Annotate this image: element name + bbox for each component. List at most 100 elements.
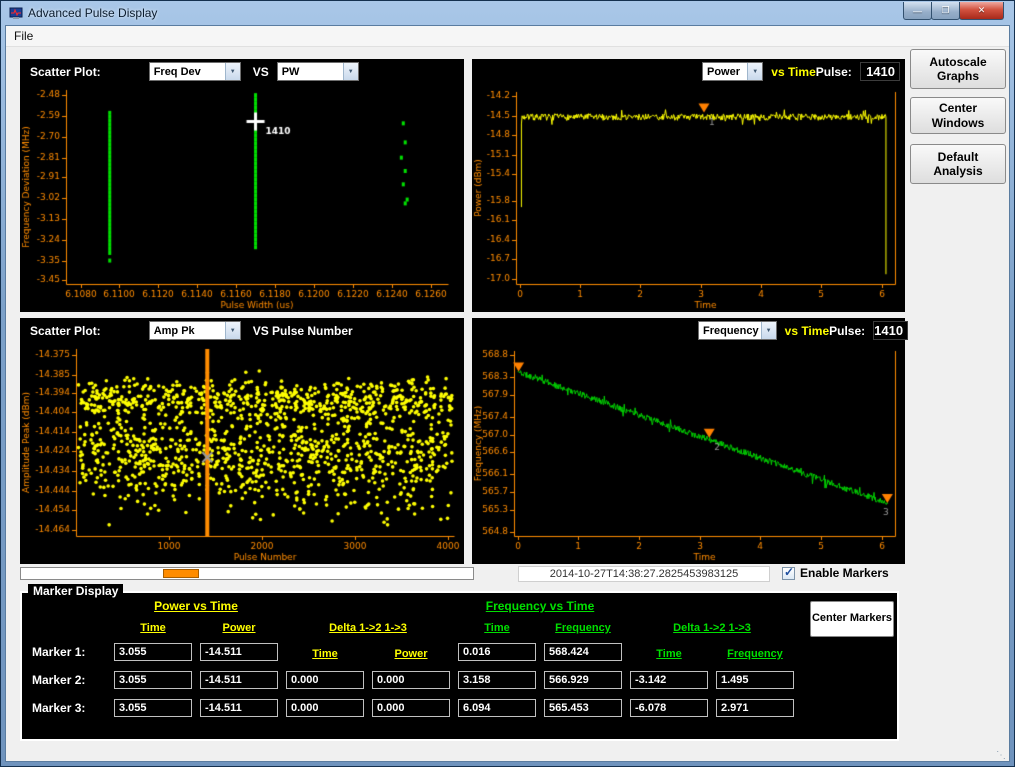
pulse-label: Pulse:: [816, 65, 852, 79]
vs-pulse-number-label: VS Pulse Number: [253, 324, 353, 338]
title-bar[interactable]: Advanced Pulse Display — ❐ ✕: [3, 2, 1012, 24]
x-axis-combo-pw[interactable]: PW ▼: [277, 62, 359, 81]
marker3-freq-delta-value: 2.971: [716, 699, 794, 717]
marker3-power-delta-value: 0.000: [372, 699, 450, 717]
chevron-down-icon: ▼: [225, 63, 240, 80]
freq-delta-header: Delta 1->2 1->3: [630, 622, 794, 634]
timestamp-label: 2014-10-27T14:38:27.2825453983125: [518, 566, 770, 582]
marker1-power-time-value: 3.055: [114, 643, 192, 661]
power-vs-time-section-title: Power vs Time: [114, 599, 278, 613]
pulse-slider-thumb[interactable]: [163, 569, 199, 578]
marker-display-panel: Marker Display Power vs Time Frequency v…: [20, 591, 899, 741]
y-axis-combo-amp-pk[interactable]: Amp Pk ▼: [149, 321, 241, 340]
enable-markers-checkbox[interactable]: ✓: [782, 567, 795, 580]
scatter-plot-title: Scatter Plot:: [30, 324, 101, 338]
app-icon: [9, 7, 23, 20]
power-time-col-header: Time: [114, 622, 192, 634]
trace-combo-frequency[interactable]: Frequency ▼: [698, 321, 777, 340]
power-vs-time-chart[interactable]: [472, 84, 905, 312]
chevron-down-icon: ▼: [343, 63, 358, 80]
pulse-value: 1410: [860, 62, 900, 81]
frequency-vs-time-header: Frequency ▼ vs Time Pulse: 1410: [472, 318, 905, 343]
marker2-power-delta-time-value: 0.000: [286, 671, 364, 689]
y-axis-combo-freq-dev[interactable]: Freq Dev ▼: [149, 62, 241, 81]
chevron-down-icon: ▼: [747, 63, 762, 80]
combo-selected-value: Amp Pk: [150, 325, 225, 337]
amp-pk-vs-pulse-number-chart[interactable]: [20, 343, 464, 564]
maximize-icon: ❐: [941, 5, 949, 16]
marker1-power-value: -14.511: [200, 643, 278, 661]
check-icon: ✓: [784, 565, 794, 579]
chevron-down-icon: ▼: [761, 322, 776, 339]
minimize-button[interactable]: —: [903, 2, 932, 20]
freq-delta-time-col-header: Time: [630, 648, 708, 660]
menu-bar: File: [6, 26, 1009, 47]
trace-combo-power[interactable]: Power ▼: [702, 62, 763, 81]
combo-selected-value: Freq Dev: [150, 66, 225, 78]
power-power-col-header: Power: [200, 622, 278, 634]
maximize-button[interactable]: ❐: [931, 2, 960, 20]
marker3-freq-time-value: 6.094: [458, 699, 536, 717]
marker2-power-delta-value: 0.000: [372, 671, 450, 689]
power-vs-time-header: Power ▼ vs Time Pulse: 1410: [472, 59, 905, 84]
pulse-slider[interactable]: [20, 567, 474, 580]
freq-time-col-header: Time: [458, 622, 536, 634]
combo-selected-value: Power: [703, 66, 747, 78]
power-delta-power-col-header: Power: [372, 648, 450, 660]
marker-display-title: Marker Display: [28, 584, 123, 598]
freq-frequency-col-header: Frequency: [544, 622, 622, 634]
frequency-vs-time-section-title: Frequency vs Time: [458, 599, 622, 613]
freq-dev-scatter-header: Scatter Plot: Freq Dev ▼ VS PW ▼: [20, 59, 464, 84]
marker1-label: Marker 1:: [32, 645, 112, 659]
amp-pk-scatter-panel: Scatter Plot: Amp Pk ▼ VS Pulse Number: [20, 318, 464, 564]
amp-pk-scatter-header: Scatter Plot: Amp Pk ▼ VS Pulse Number: [20, 318, 464, 343]
vs-time-label: vs Time: [771, 65, 815, 79]
marker2-label: Marker 2:: [32, 673, 112, 687]
combo-selected-value: Frequency: [699, 325, 761, 337]
window-title: Advanced Pulse Display: [28, 6, 157, 20]
marker2-frequency-value: 566.929: [544, 671, 622, 689]
window-body: File Scatter Plot: Freq Dev ▼ VS PW ▼: [5, 25, 1010, 762]
resize-grip-icon[interactable]: ⋱: [996, 750, 1006, 761]
power-vs-time-panel: Power ▼ vs Time Pulse: 1410: [472, 59, 905, 312]
pulse-value: 1410: [873, 321, 908, 340]
freq-dev-scatter-panel: Scatter Plot: Freq Dev ▼ VS PW ▼: [20, 59, 464, 312]
marker3-power-value: -14.511: [200, 699, 278, 717]
close-button[interactable]: ✕: [959, 2, 1004, 20]
marker2-freq-time-value: 3.158: [458, 671, 536, 689]
pulse-label: Pulse:: [829, 324, 865, 338]
center-markers-button[interactable]: Center Markers: [810, 601, 894, 637]
window-controls: — ❐ ✕: [904, 2, 1004, 20]
app-window: Advanced Pulse Display — ❐ ✕ File Scatte…: [0, 0, 1015, 767]
close-icon: ✕: [978, 5, 986, 16]
frequency-vs-time-panel: Frequency ▼ vs Time Pulse: 1410: [472, 318, 905, 564]
default-analysis-button[interactable]: Default Analysis: [910, 144, 1006, 184]
marker1-freq-time-value: 0.016: [458, 643, 536, 661]
client-area: Scatter Plot: Freq Dev ▼ VS PW ▼: [6, 47, 1009, 761]
marker2-power-time-value: 3.055: [114, 671, 192, 689]
marker3-label: Marker 3:: [32, 701, 112, 715]
enable-markers-label: Enable Markers: [800, 566, 889, 580]
center-windows-button[interactable]: Center Windows: [910, 97, 1006, 134]
freq-delta-frequency-col-header: Frequency: [716, 648, 794, 660]
menu-file[interactable]: File: [6, 27, 41, 45]
marker2-power-value: -14.511: [200, 671, 278, 689]
marker2-freq-delta-time-value: -3.142: [630, 671, 708, 689]
vs-label: VS: [253, 65, 269, 79]
combo-selected-value: PW: [278, 66, 343, 78]
vs-time-label: vs Time: [785, 324, 829, 338]
marker2-freq-delta-value: 1.495: [716, 671, 794, 689]
enable-markers-control[interactable]: ✓ Enable Markers: [782, 566, 889, 580]
freq-dev-vs-pw-chart[interactable]: [20, 84, 464, 312]
marker3-power-time-value: 3.055: [114, 699, 192, 717]
marker3-frequency-value: 565.453: [544, 699, 622, 717]
power-delta-time-col-header: Time: [286, 648, 364, 660]
scatter-plot-title: Scatter Plot:: [30, 65, 101, 79]
frequency-vs-time-chart[interactable]: [472, 343, 905, 564]
marker3-power-delta-time-value: 0.000: [286, 699, 364, 717]
chevron-down-icon: ▼: [225, 322, 240, 339]
power-delta-header: Delta 1->2 1->3: [286, 622, 450, 634]
marker1-frequency-value: 568.424: [544, 643, 622, 661]
autoscale-graphs-button[interactable]: Autoscale Graphs: [910, 49, 1006, 89]
minimize-icon: —: [913, 6, 922, 16]
